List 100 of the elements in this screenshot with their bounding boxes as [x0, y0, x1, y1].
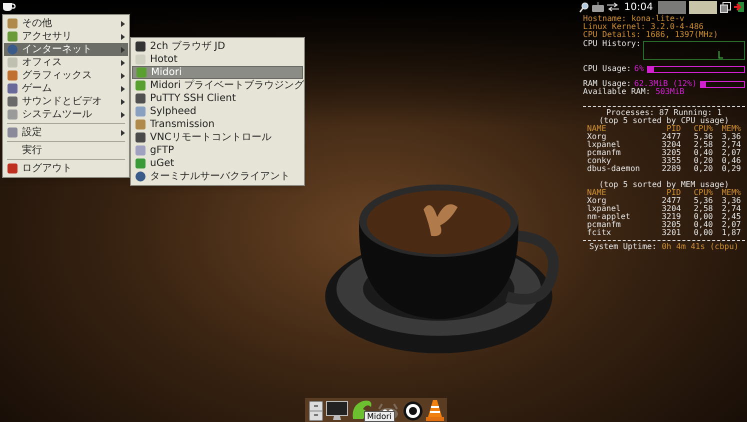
caret-icon [121, 112, 125, 118]
table-cell: 3204 [662, 205, 681, 213]
table-cell-text: lxpanel [587, 141, 622, 149]
menu-item[interactable]: インターネット [4, 43, 128, 56]
menu-item[interactable]: uGet [132, 157, 303, 170]
circle-logo-icon[interactable] [402, 401, 422, 421]
column-header: NAME [587, 189, 606, 197]
info-label: CPU Details: [583, 31, 641, 39]
info-label: Hostname: [583, 15, 626, 23]
workspace-button[interactable] [658, 0, 686, 14]
table-cell: 2289 [662, 165, 681, 173]
menu-item[interactable]: オフィス [4, 56, 128, 69]
menu-item[interactable]: Hotot [132, 53, 303, 66]
table-cell: 2,74 [722, 141, 741, 149]
table-cell: 0,29 [722, 165, 741, 173]
menu-item[interactable]: ゲーム [4, 82, 128, 95]
ram-usage-value: 62.3MiB (12%) [634, 80, 697, 88]
menu-item[interactable]: Sylpheed [132, 105, 303, 118]
column-header: PID [666, 125, 681, 133]
magnifier-icon[interactable] [579, 2, 590, 12]
table-cell: 3205 [662, 149, 681, 157]
table-cell: 0,40 [694, 149, 713, 157]
table-title: (top 5 sorted by CPU usage) [598, 117, 730, 125]
clock[interactable]: 10:04 [624, 0, 653, 14]
window-icon[interactable] [720, 2, 731, 12]
menu-item[interactable]: VNCリモートコントロール [132, 131, 303, 144]
table-cell: 3219 [662, 213, 681, 221]
ram-usage-label: RAM Usage: [583, 80, 632, 88]
cpu-usage-value: 6% [634, 65, 644, 73]
monitor-icon[interactable] [326, 401, 348, 421]
table-cell: 0,46 [722, 157, 741, 165]
table-cell: 2,07 [722, 221, 741, 229]
table-cell: 2,58 [694, 205, 713, 213]
available-ram-label: Available RAM: [583, 88, 650, 96]
network-arrows-icon[interactable] [607, 2, 620, 12]
caret-icon [121, 130, 125, 136]
column-header: NAME [587, 125, 606, 133]
table-cell: 2,07 [722, 149, 741, 157]
column-header: CPU% [694, 189, 713, 197]
table-cell-text: lxpanel [587, 205, 621, 213]
column-header: CPU% [694, 125, 713, 133]
caret-icon [121, 46, 125, 52]
menu-item[interactable]: gFTP [132, 144, 303, 157]
menu-item[interactable]: グラフィックス [4, 69, 128, 82]
menu-item[interactable]: ターミナルサーバクライアント [132, 170, 303, 183]
caret-icon [121, 60, 125, 66]
menu-item[interactable]: システムツール [4, 108, 128, 121]
table-cell: 3205 [662, 221, 681, 229]
table-cell-text: conky [587, 157, 612, 165]
menu-item[interactable]: 実行 [4, 144, 128, 157]
table-cell: 0,00 [694, 213, 713, 221]
workspace-button[interactable] [689, 0, 717, 14]
menu-item[interactable]: PuTTY SSH Client [132, 92, 303, 105]
caret-icon [121, 72, 125, 78]
caret-icon [121, 86, 125, 92]
processes-count: Processes: 87 Running: 1 [606, 109, 722, 117]
table-cell-text: Xorg [587, 133, 606, 141]
table-cell-text: nm-applet [587, 213, 632, 221]
file-cabinet-icon[interactable] [308, 401, 322, 421]
table-cell: 3,36 [722, 197, 741, 205]
column-header: MEM% [722, 125, 741, 133]
info-value: 1686, 1397(MHz) [646, 31, 718, 39]
table-cell: 1,87 [722, 229, 741, 237]
caret-icon [121, 34, 125, 40]
menu-item[interactable]: ログアウト [4, 162, 128, 175]
table-cell: 3204 [662, 141, 681, 149]
uptime-value: 0h 4m 41s (cbpu) [662, 243, 739, 251]
menu-item[interactable]: Transmission [132, 118, 303, 131]
column-header: PID [666, 189, 681, 197]
caret-icon [121, 20, 125, 26]
available-ram-value: 503MiB [655, 88, 684, 96]
info-value: 3.2.0-4-486 [650, 23, 704, 31]
info-label: Linux Kernel: [583, 23, 646, 31]
table-cell: 3355 [662, 157, 681, 165]
traffic-cone-icon[interactable] [426, 399, 444, 421]
table-cell: 2,74 [722, 205, 741, 213]
info-value: kona-lite-v [631, 15, 684, 23]
table-cell: 2,45 [722, 213, 741, 221]
table-cell-text: Xorg [587, 197, 606, 205]
table-cell: 2477 [662, 133, 681, 141]
table-title: (top 5 sorted by MEM usage) [598, 181, 730, 189]
column-header: MEM% [722, 189, 741, 197]
menu-item[interactable]: アクセサリ [4, 30, 128, 43]
menu-item[interactable]: その他 [4, 17, 128, 30]
coffee-cup-icon[interactable] [2, 1, 16, 12]
uptime-label: System Uptime: [589, 243, 657, 251]
table-cell-text: fcitx [587, 229, 612, 237]
menu-item[interactable]: 設定 [4, 126, 128, 139]
table-cell: 5,36 [694, 197, 713, 205]
table-cell-text: dbus-daemon [587, 165, 641, 173]
menu-item[interactable]: 2ch ブラウザ JD [132, 40, 303, 53]
table-cell: 3201 [662, 229, 681, 237]
tooltip: Midori [364, 411, 395, 422]
table-cell-text: pcmanfm [587, 221, 621, 229]
menu-item[interactable]: サウンドとビデオ [4, 95, 128, 108]
cpu-history-label: CPU History: [583, 40, 641, 50]
table-cell: 2477 [662, 197, 681, 205]
table-cell: 2,58 [694, 141, 713, 149]
menu-item[interactable]: Midori プライベートブラウジング [132, 79, 303, 92]
table-cell: 0,20 [694, 165, 713, 173]
